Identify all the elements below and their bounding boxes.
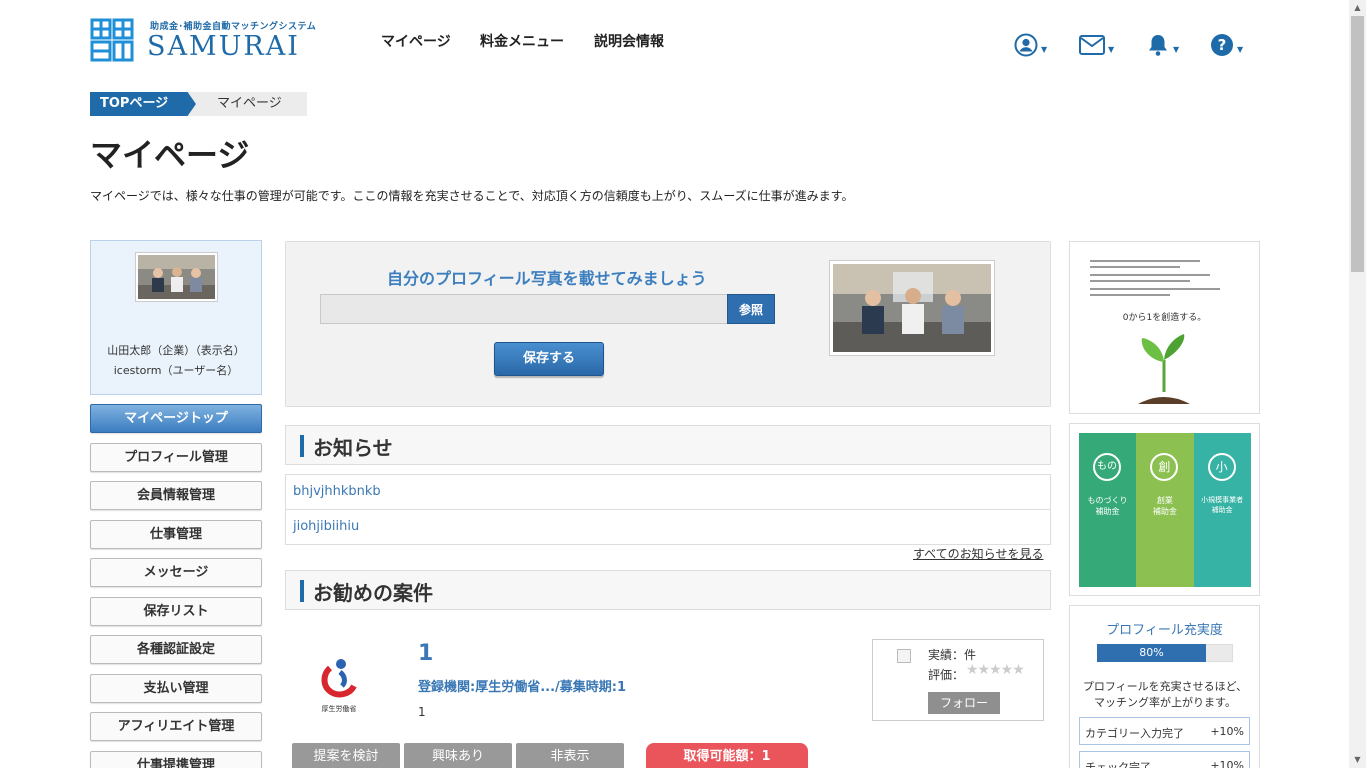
scroll-down-arrow-icon[interactable]: ▼ [1349, 752, 1366, 768]
sidebar-item-affiliate[interactable]: アフィリエイト管理 [90, 712, 262, 741]
scrollbar-thumb[interactable] [1351, 16, 1364, 272]
upload-title: 自分のプロフィール写真を載せてみましょう [387, 269, 707, 288]
profile-photo-small [138, 255, 215, 299]
profile-display-name: 山田太郎（企業）（表示名） [107, 344, 245, 357]
file-path-input[interactable] [320, 294, 728, 324]
news-item-link[interactable]: jiohjibiihiu [293, 519, 359, 534]
user-menu[interactable]: ▼ [1014, 32, 1047, 58]
consider-proposal-button[interactable]: 提案を検討 [292, 743, 400, 768]
subsidy-tiles: もの ものづくり 補助金 創 創業 補助金 小 小規模事業者 補助金 [1079, 433, 1251, 587]
sidebar-item-profile[interactable]: プロフィール管理 [90, 443, 262, 472]
mail-icon [1079, 35, 1105, 55]
completion-row-value: +10% [1210, 725, 1244, 738]
recommended-heading: お勧めの案件 [313, 581, 433, 605]
tile-title: ものづくり 補助金 [1087, 496, 1128, 516]
completion-note: プロフィールを充実させるほど、マッチング率が上がります。 [1082, 680, 1248, 709]
sidebar-item-jobs[interactable]: 仕事管理 [90, 520, 262, 549]
completion-row-label: チェック完了 [1085, 761, 1151, 768]
subsidy-tile-monozukuri[interactable]: もの ものづくり 補助金 [1079, 433, 1137, 587]
sidebar-item-auth-settings[interactable]: 各種認証設定 [90, 635, 262, 664]
nav-mypage[interactable]: マイページ [381, 31, 451, 51]
news-item-link[interactable]: bhjvjhhkbnkb [293, 484, 381, 499]
broken-image-icon [897, 649, 911, 663]
profile-photo-large [833, 264, 991, 352]
subsidy-tile-sogyo[interactable]: 創 創業 補助金 [1136, 433, 1194, 587]
news-heading: お知らせ [313, 436, 393, 460]
breadcrumb-current: マイページ [217, 96, 282, 111]
mhlw-logo-mark [321, 659, 357, 698]
completion-title: プロフィール充実度 [1106, 623, 1223, 638]
tile-glyph: もの [1093, 453, 1121, 481]
chevron-down-icon: ▼ [1237, 44, 1244, 54]
breadcrumb-top-link[interactable]: TOPページ [90, 92, 196, 116]
performance-text: 実績：件 [928, 648, 977, 662]
nav-seminar[interactable]: 説明会情報 [594, 31, 664, 51]
help-menu[interactable]: ? ▼ [1210, 32, 1243, 58]
completion-row[interactable]: チェック完了 +10% [1079, 751, 1250, 768]
follow-button[interactable]: フォロー [928, 692, 1000, 714]
sidebar-item-partnership[interactable]: 仕事提携管理 [90, 751, 262, 768]
obtainable-amount-badge: 取得可能額：1 [646, 743, 808, 768]
project-org[interactable]: 登録機関:厚生労働省.../募集時期:1 [418, 676, 626, 695]
all-news-link[interactable]: すべてのお知らせを見る [913, 545, 1043, 562]
rating-label: 評価： [928, 668, 965, 682]
chevron-down-icon: ▼ [1173, 44, 1180, 54]
news-item[interactable]: jiohjibiihiu [285, 509, 1051, 545]
news-section-header: お知らせ [285, 425, 1051, 465]
rating-stars: ★★★★★ [966, 662, 1025, 678]
svg-text:?: ? [1218, 36, 1227, 54]
profile-user-name: icestorm（ユーザー名） [113, 364, 239, 377]
nav-pricing[interactable]: 料金メニュー [480, 31, 564, 51]
section-accent-bar [300, 580, 304, 602]
sprout-illustration [1090, 260, 1220, 404]
sidebar-item-messages[interactable]: メッセージ [90, 558, 262, 587]
subsidy-tile-shokibo[interactable]: 小 小規模事業者 補助金 [1193, 433, 1251, 587]
tile-title: 創業 補助金 [1152, 496, 1177, 516]
mhlw-logo-caption: 厚生労働省 [321, 705, 357, 713]
scroll-up-arrow-icon[interactable]: ▲ [1349, 0, 1366, 16]
recommended-section-header: お勧めの案件 [285, 570, 1051, 610]
logo-text[interactable]: SAMURAI [147, 31, 300, 62]
tile-title: 小規模事業者 補助金 [1201, 496, 1244, 514]
completion-row-value: +10% [1210, 759, 1244, 768]
chevron-down-icon: ▼ [1041, 44, 1048, 54]
notification-menu[interactable]: ▼ [1146, 32, 1179, 58]
ad-banner-subsidies[interactable]: もの ものづくり 補助金 創 創業 補助金 小 小規模事業者 補助金 [1069, 423, 1260, 596]
sidebar-item-saved-list[interactable]: 保存リスト [90, 597, 262, 626]
interested-button[interactable]: 興味あり [404, 743, 512, 768]
page-description: マイページでは、様々な仕事の管理が可能です。ここの情報を充実させることで、対応頂… [90, 189, 854, 203]
browse-button[interactable]: 参照 [727, 294, 775, 324]
mhlw-logo: 厚生労働省 [318, 656, 360, 713]
project-description: 1 [418, 705, 426, 719]
save-button[interactable]: 保存する [494, 342, 604, 376]
hide-button[interactable]: 非表示 [516, 743, 624, 768]
sidebar-item-mypage-top[interactable]: マイページトップ [90, 404, 262, 433]
news-item[interactable]: bhjvjhhkbnkb [285, 474, 1051, 510]
completion-progress-bar: 80% [1097, 644, 1206, 662]
help-icon: ? [1211, 34, 1233, 56]
project-number[interactable]: 1 [418, 641, 433, 666]
completion-row[interactable]: カテゴリー入力完了 +10% [1079, 717, 1250, 745]
samurai-logo-mark[interactable] [90, 18, 134, 62]
profile-photo-preview [829, 260, 995, 356]
bell-icon [1149, 35, 1167, 56]
completion-row-label: カテゴリー入力完了 [1085, 727, 1184, 740]
chevron-down-icon: ▼ [1108, 44, 1115, 54]
mail-menu[interactable]: ▼ [1079, 32, 1114, 58]
tile-glyph: 創 [1150, 453, 1179, 481]
user-icon [1014, 33, 1038, 57]
avatar[interactable] [135, 252, 218, 302]
ad1-caption: 0から1を創造する。 [1122, 313, 1207, 323]
sidebar-item-payments[interactable]: 支払い管理 [90, 674, 262, 703]
page-title: マイページ [90, 136, 250, 174]
sidebar-item-member-info[interactable]: 会員情報管理 [90, 481, 262, 510]
section-accent-bar [300, 435, 304, 457]
ad-banner-sprout[interactable]: 0から1を創造する。 [1069, 241, 1260, 414]
tile-glyph: 小 [1207, 453, 1236, 481]
